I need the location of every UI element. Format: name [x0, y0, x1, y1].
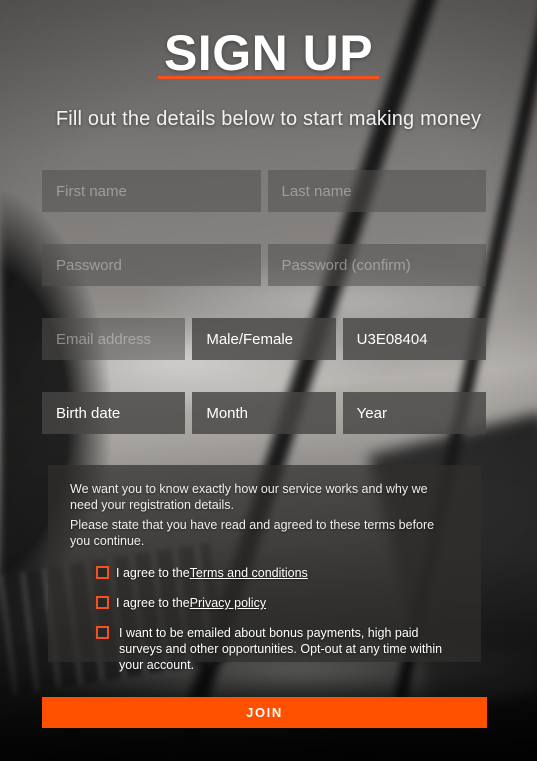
consent-label-privacy: I agree to thePrivacy policy — [116, 595, 266, 611]
consent-label-terms: I agree to theTerms and conditions — [116, 565, 308, 581]
privacy-policy-link[interactable]: Privacy policy — [190, 596, 266, 610]
password-confirm-input[interactable]: Password (confirm) — [267, 244, 486, 286]
birth-year-select[interactable]: Year — [342, 392, 486, 434]
consent-label-marketing: I want to be emailed about bonus payment… — [119, 626, 443, 672]
checkbox-privacy-policy-icon[interactable] — [96, 596, 109, 609]
signup-page: SIGN UP Fill out the details below to st… — [0, 0, 537, 761]
title-underline-rule — [158, 76, 379, 79]
consent-checkbox-list: I agree to theTerms and conditions I agr… — [70, 565, 459, 673]
checkbox-marketing-opt-in-icon[interactable] — [96, 626, 109, 639]
password-input[interactable]: Password — [42, 244, 261, 286]
birth-month-select[interactable]: Month — [192, 392, 336, 434]
last-name-input[interactable]: Last name — [267, 170, 486, 212]
form-row-birthdate: Birth date Month Year — [42, 392, 486, 434]
consent-prefix-privacy: I agree to the — [116, 596, 190, 610]
page-title: SIGN UP — [163, 25, 374, 81]
gender-select[interactable]: Male/Female — [192, 318, 336, 360]
terms-paragraph-1: We want you to know exactly how our serv… — [70, 482, 428, 512]
form-row-email-gender-code: Email address Male/Female U3E08404 — [42, 318, 486, 360]
terms-paragraph-2: Please state that you have read and agre… — [70, 518, 435, 548]
consent-row-terms[interactable]: I agree to theTerms and conditions — [70, 565, 459, 581]
page-subtitle: Fill out the details below to start maki… — [55, 108, 482, 130]
terms-and-conditions-link[interactable]: Terms and conditions — [190, 566, 308, 580]
checkbox-terms-and-conditions-icon[interactable] — [96, 566, 109, 579]
consent-prefix-terms: I agree to the — [116, 566, 190, 580]
birth-day-select[interactable]: Birth date — [42, 392, 186, 434]
form-row-password: Password Password (confirm) — [42, 244, 486, 286]
first-name-input[interactable]: First name — [42, 170, 261, 212]
terms-panel: We want you to know exactly how our serv… — [48, 465, 481, 672]
form-row-name: First name Last name — [42, 170, 486, 212]
consent-row-marketing[interactable]: I want to be emailed about bonus payment… — [70, 625, 459, 673]
email-address-input[interactable]: Email address — [42, 318, 186, 360]
referral-code-input[interactable]: U3E08404 — [342, 318, 486, 360]
join-button[interactable]: JOIN — [42, 697, 487, 728]
consent-row-privacy[interactable]: I agree to thePrivacy policy — [70, 595, 459, 611]
